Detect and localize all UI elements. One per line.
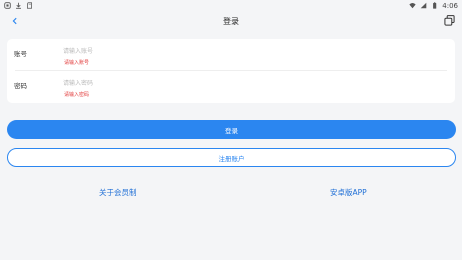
sd-card-icon — [27, 2, 32, 9]
battery-icon — [433, 2, 437, 9]
about-membership-link[interactable]: 关于会员制 — [99, 187, 137, 198]
login-button[interactable]: 登录 — [7, 120, 456, 139]
status-bar: 4:06 — [0, 0, 462, 11]
account-error: 请输入账号 — [64, 60, 90, 66]
status-time: 4:06 — [442, 1, 458, 10]
page-title: 登录 — [223, 16, 239, 26]
password-row: 密码 请输入密码 — [7, 71, 455, 103]
status-left — [4, 2, 33, 9]
android-notification-icon — [4, 2, 11, 9]
copy-icon — [443, 14, 455, 26]
wifi-icon — [409, 3, 416, 9]
account-label: 账号 — [14, 50, 27, 58]
register-button[interactable]: 注册账户 — [7, 148, 456, 167]
download-icon — [16, 2, 21, 9]
android-app-link[interactable]: 安卓版APP — [330, 187, 367, 198]
status-right: 4:06 — [409, 2, 458, 10]
account-row: 账号 请输入账号 — [7, 39, 455, 71]
chevron-left-icon — [12, 17, 17, 25]
account-input[interactable] — [63, 46, 263, 57]
signal-icon — [420, 2, 427, 9]
login-form-card: 账号 请输入账号 密码 请输入密码 — [7, 39, 455, 103]
back-button[interactable] — [8, 14, 22, 28]
copy-button[interactable] — [442, 13, 456, 27]
password-label: 密码 — [14, 82, 27, 90]
password-input[interactable] — [63, 78, 263, 89]
nav-bar: 登录 — [0, 11, 462, 31]
password-error: 请输入密码 — [64, 92, 90, 98]
